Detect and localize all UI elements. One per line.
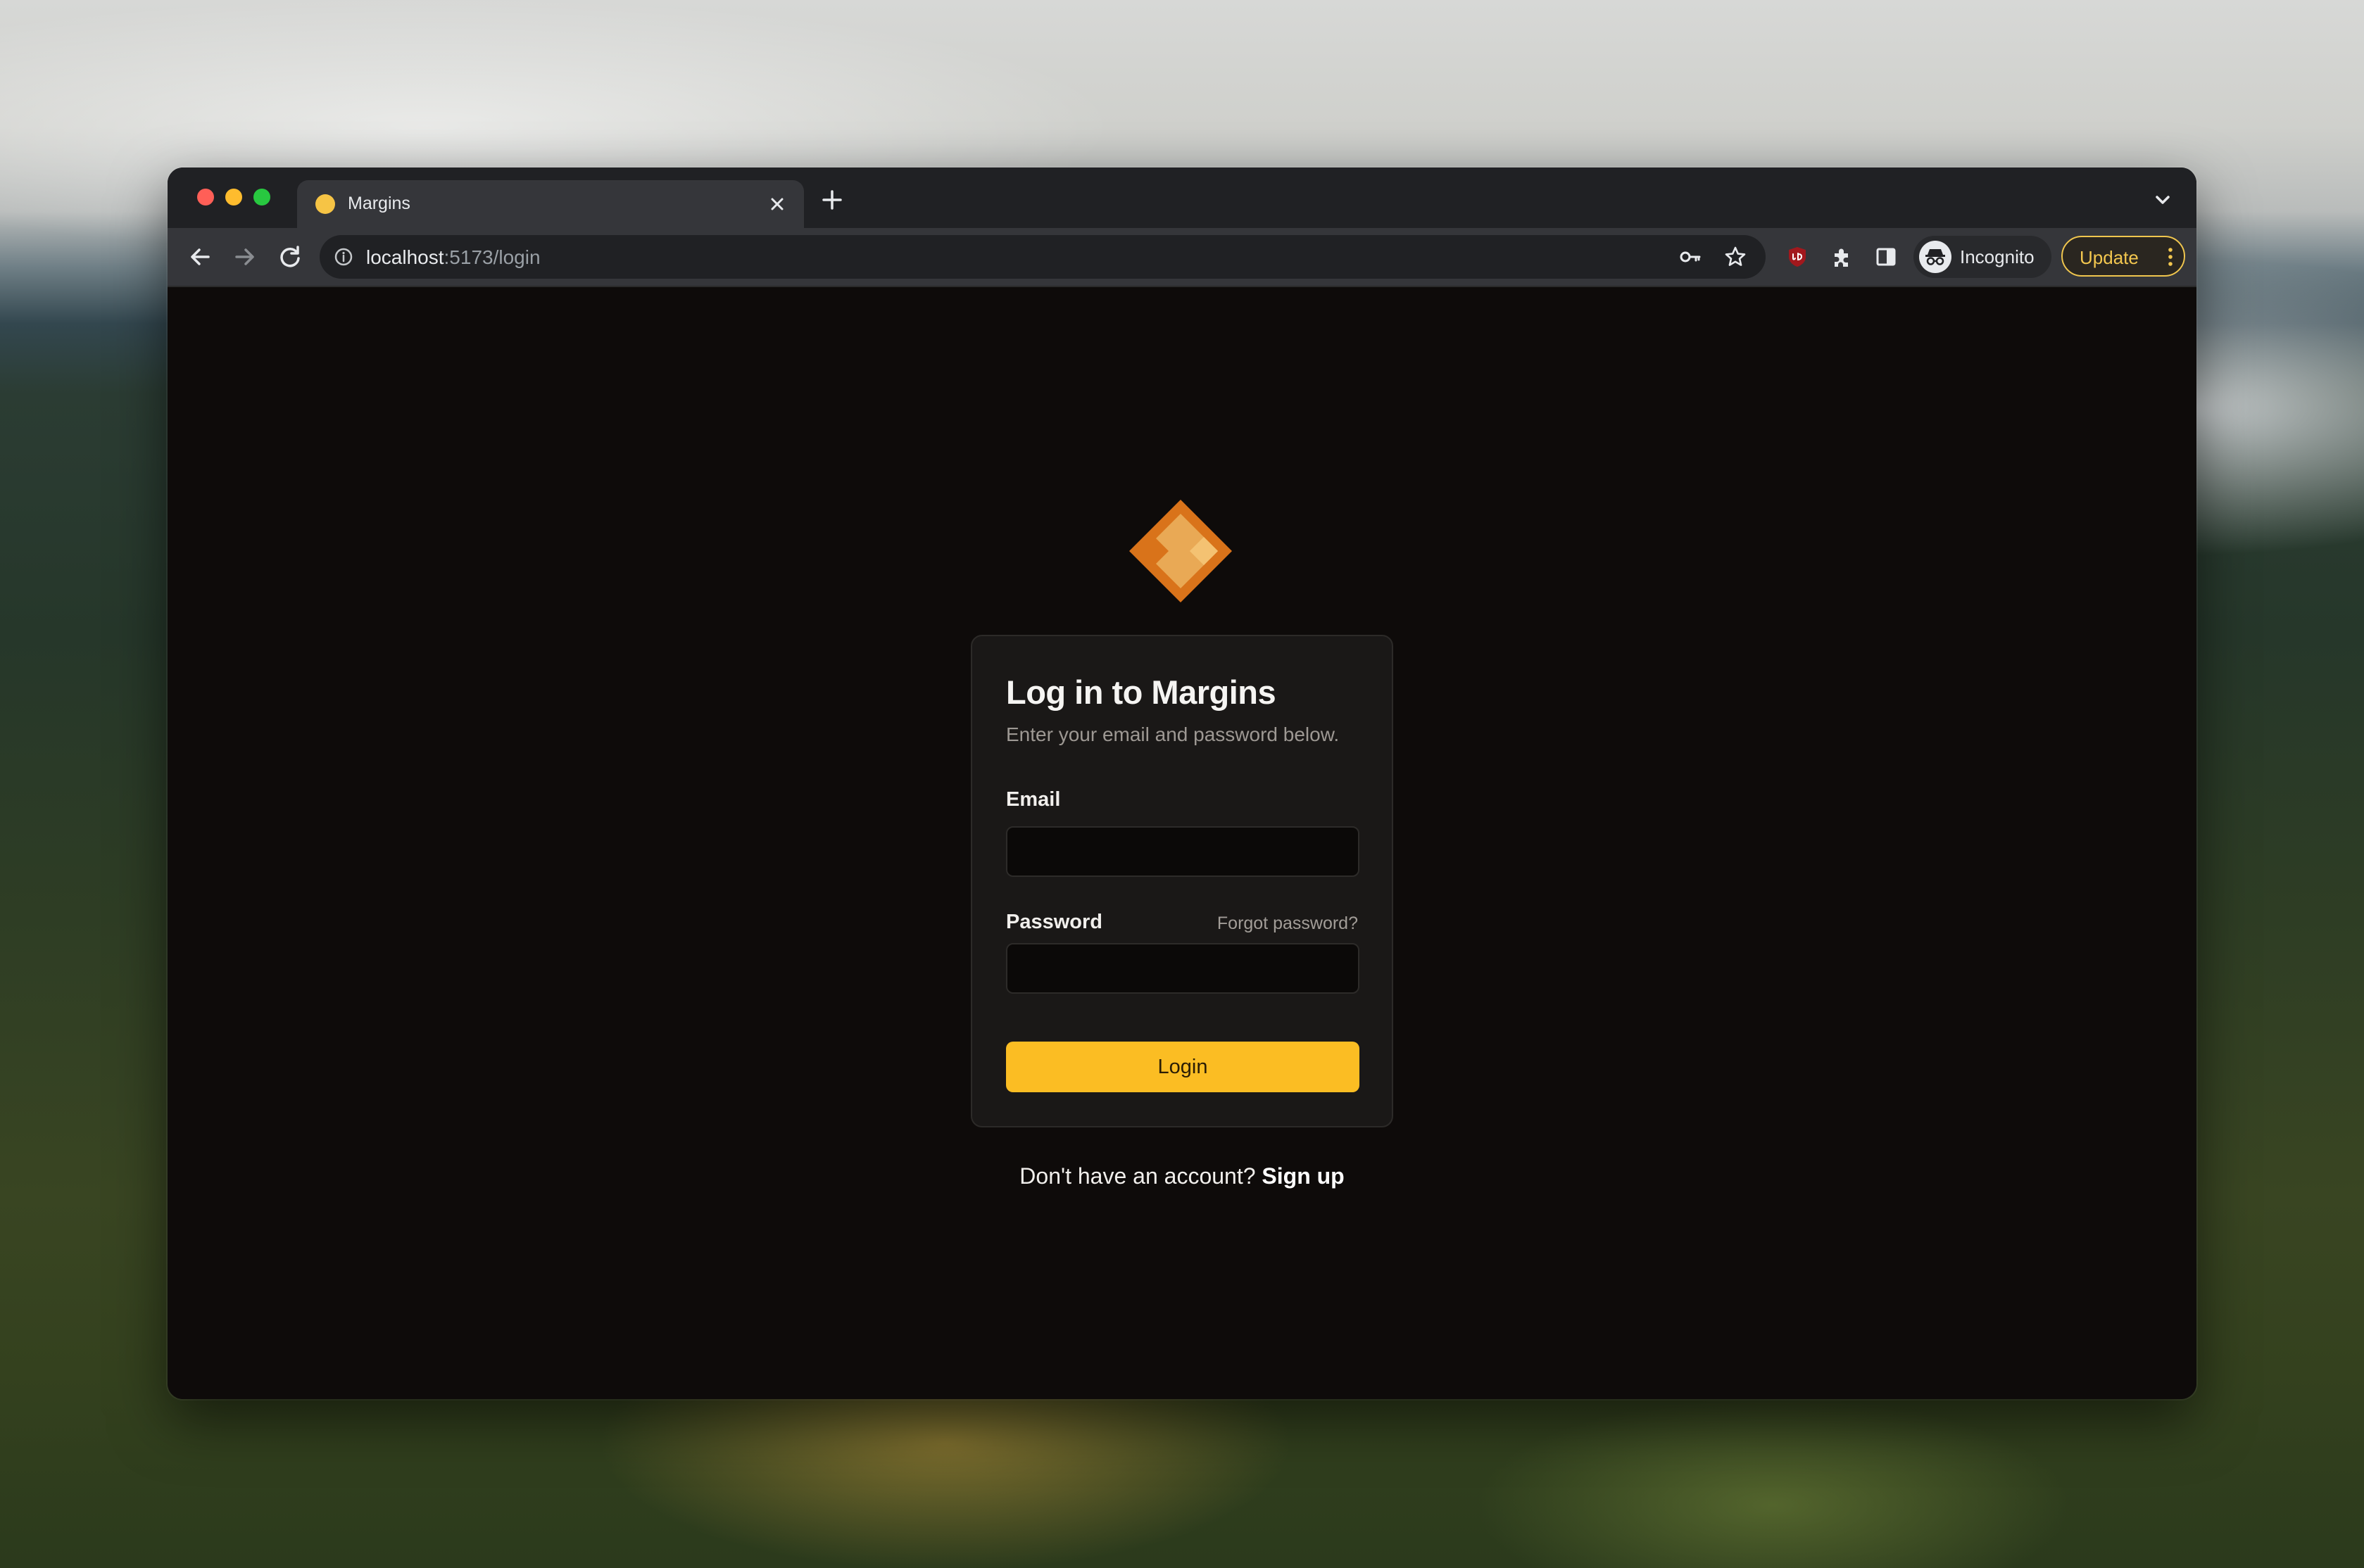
- info-icon[interactable]: [334, 247, 353, 267]
- close-icon[interactable]: [763, 190, 791, 218]
- url-text: localhost:5173/login: [366, 246, 541, 269]
- side-panel-icon[interactable]: [1874, 245, 1898, 269]
- desktop-wallpaper: Margins localhost:5173/login Incognito U…: [0, 0, 2364, 1568]
- browser-toolbar: localhost:5173/login Incognito Update: [168, 228, 2196, 286]
- update-button[interactable]: Update: [2061, 236, 2185, 277]
- address-bar[interactable]: localhost:5173/login: [320, 235, 1766, 279]
- password-field[interactable]: [1006, 943, 1359, 994]
- close-icon-glyph: [771, 198, 784, 210]
- chevron-down-icon: [2156, 196, 2170, 204]
- puzzle-icon[interactable]: [1829, 245, 1854, 270]
- tab-title: Margins: [348, 194, 410, 213]
- forward-button[interactable]: [225, 237, 265, 277]
- new-tab-button[interactable]: [815, 183, 849, 217]
- reload-button[interactable]: [270, 237, 310, 277]
- arrow-right-icon: [235, 248, 254, 265]
- url-host: localhost: [366, 246, 444, 268]
- arrow-left-icon: [191, 248, 210, 265]
- login-card: Log in to Margins Enter your email and p…: [971, 635, 1393, 1127]
- incognito-glyph: [1925, 249, 1945, 265]
- login-subtitle: Enter your email and password below.: [1006, 723, 1340, 745]
- update-label: Update: [2080, 247, 2139, 268]
- url-path: :5173/login: [444, 246, 541, 268]
- login-button[interactable]: Login: [1006, 1042, 1359, 1092]
- window-maximize-button[interactable]: [253, 189, 270, 206]
- incognito-icon: [1919, 241, 1951, 273]
- window-close-button[interactable]: [197, 189, 214, 206]
- key-icon[interactable]: [1678, 245, 1702, 269]
- plus-icon: [822, 190, 842, 210]
- signup-link[interactable]: Sign up: [1262, 1163, 1344, 1189]
- window-minimize-button[interactable]: [225, 189, 242, 206]
- tab-search-button[interactable]: [2146, 183, 2180, 217]
- login-page: Log in to Margins Enter your email and p…: [168, 286, 2196, 1399]
- incognito-label: Incognito: [1960, 246, 2035, 267]
- star-icon[interactable]: [1723, 245, 1747, 269]
- tab-margins[interactable]: Margins: [297, 180, 804, 228]
- kebab-menu-icon[interactable]: [2165, 246, 2175, 268]
- login-title: Log in to Margins: [1006, 674, 1276, 711]
- reload-icon: [280, 246, 300, 267]
- margins-favicon-icon: [315, 194, 335, 214]
- email-field[interactable]: [1006, 826, 1359, 877]
- signup-prompt-text: Don't have an account?: [1019, 1163, 1256, 1189]
- incognito-profile-button[interactable]: Incognito: [1913, 236, 2051, 278]
- browser-window: Margins localhost:5173/login Incognito U…: [168, 167, 2196, 1399]
- email-label: Email: [1006, 788, 1061, 811]
- password-label: Password: [1006, 911, 1102, 933]
- forgot-password-link[interactable]: Forgot password?: [1217, 913, 1358, 934]
- back-button[interactable]: [180, 237, 220, 277]
- margins-logo: [1129, 500, 1232, 602]
- signup-prompt: Don't have an account? Sign up: [168, 1163, 2196, 1189]
- ublock-origin-icon[interactable]: [1785, 245, 1809, 269]
- tab-strip: Margins: [168, 167, 2196, 228]
